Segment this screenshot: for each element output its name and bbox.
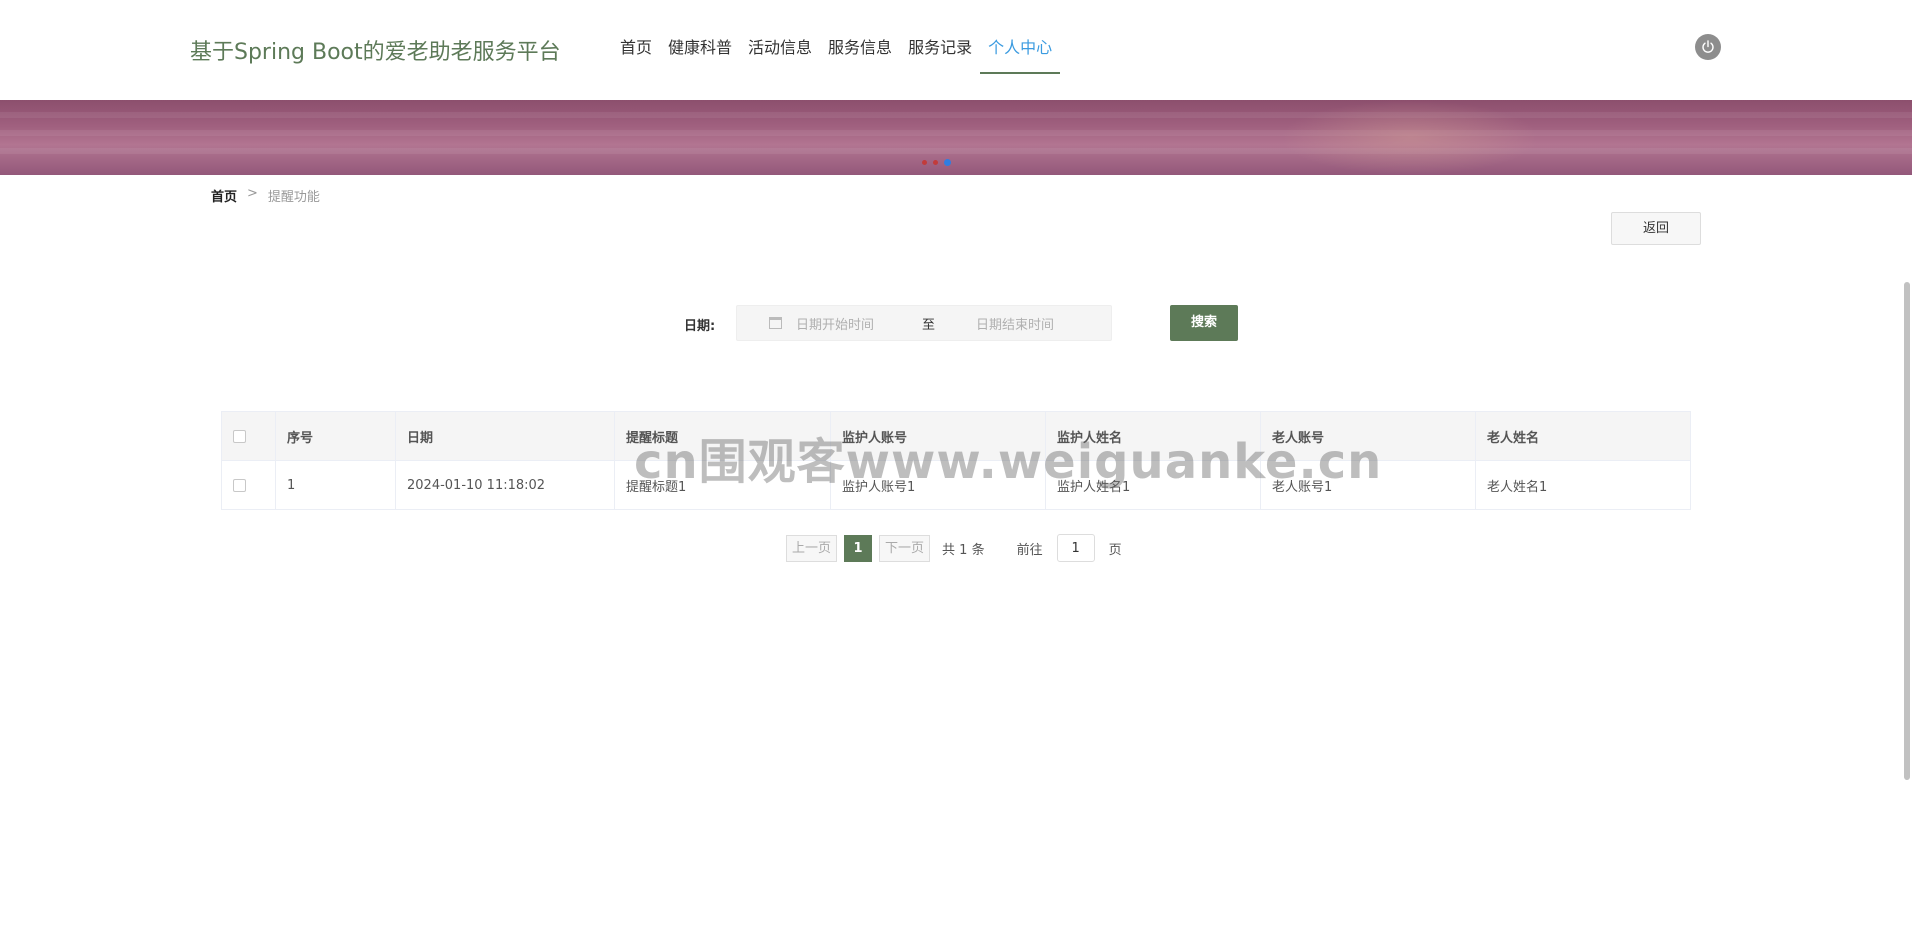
breadcrumb: 首页 > 提醒功能 <box>211 186 320 205</box>
nav-item-services[interactable]: 服务信息 <box>820 0 900 100</box>
nav-item-home[interactable]: 首页 <box>612 0 660 100</box>
site-title: 基于Spring Boot的爱老助老服务平台 <box>190 40 561 65</box>
table-cell: 老人账号1 <box>1260 460 1476 510</box>
column-header: 监护人账号 <box>830 411 1046 461</box>
table-cell: 监护人账号1 <box>830 460 1046 510</box>
pagination: 上一页 1 下一页 共 1 条 前往 页 <box>786 534 1122 562</box>
banner-carousel <box>0 100 1912 175</box>
header: 基于Spring Boot的爱老助老服务平台 首页 健康科普 活动信息 服务信息… <box>0 0 1912 100</box>
column-header: 老人姓名 <box>1475 411 1691 461</box>
date-label: 日期: <box>684 319 716 334</box>
date-range-picker[interactable]: 日期开始时间 至 日期结束时间 <box>736 305 1112 341</box>
table-row[interactable]: 1 2024-01-10 11:18:02 提醒标题1 监护人账号1 监护人姓名… <box>221 460 1691 510</box>
nav-item-records[interactable]: 服务记录 <box>900 0 980 100</box>
next-page-button[interactable]: 下一页 <box>879 534 931 562</box>
page-number-current[interactable]: 1 <box>844 534 873 562</box>
column-header: 监护人姓名 <box>1045 411 1261 461</box>
back-button[interactable]: 返回 <box>1611 212 1701 245</box>
date-range-separator: 至 <box>922 317 936 333</box>
nav-item-activities[interactable]: 活动信息 <box>740 0 820 100</box>
power-icon <box>1702 40 1714 53</box>
nav-item-health[interactable]: 健康科普 <box>660 0 740 100</box>
table-header-row: 序号 日期 提醒标题 监护人账号 监护人姓名 老人账号 老人姓名 <box>221 411 1691 461</box>
breadcrumb-home[interactable]: 首页 <box>211 186 237 205</box>
table-cell: 提醒标题1 <box>614 460 831 510</box>
row-checkbox[interactable] <box>233 478 246 492</box>
carousel-dot[interactable] <box>933 160 938 165</box>
nav-item-profile[interactable]: 个人中心 <box>980 0 1061 100</box>
search-button[interactable]: 搜索 <box>1170 305 1238 341</box>
calendar-icon <box>769 317 782 329</box>
page: 基于Spring Boot的爱老助老服务平台 首页 健康科普 活动信息 服务信息… <box>0 0 1912 932</box>
main-nav: 首页 健康科普 活动信息 服务信息 服务记录 个人中心 <box>612 0 1061 100</box>
reminder-table: 序号 日期 提醒标题 监护人账号 监护人姓名 老人账号 老人姓名 1 2024-… <box>221 411 1691 510</box>
select-all-checkbox[interactable] <box>233 429 246 443</box>
goto-page-input[interactable] <box>1056 534 1095 562</box>
column-header: 序号 <box>275 411 396 461</box>
prev-page-button[interactable]: 上一页 <box>786 534 838 562</box>
breadcrumb-current: 提醒功能 <box>267 190 320 205</box>
table-cell: 监护人姓名1 <box>1045 460 1261 510</box>
breadcrumb-separator: > <box>247 186 258 201</box>
date-start-input[interactable]: 日期开始时间 <box>796 314 922 333</box>
column-header: 提醒标题 <box>614 411 831 461</box>
page-suffix: 页 <box>1108 542 1122 558</box>
date-end-input[interactable]: 日期结束时间 <box>976 314 1054 333</box>
table-cell: 老人姓名1 <box>1475 460 1691 510</box>
table-cell: 1 <box>275 460 396 510</box>
row-select-cell <box>221 460 276 510</box>
logout-button[interactable] <box>1695 34 1721 60</box>
carousel-dot[interactable] <box>922 160 927 165</box>
table-cell: 2024-01-10 11:18:02 <box>395 460 615 510</box>
column-header: 老人账号 <box>1260 411 1476 461</box>
carousel-indicators <box>922 159 951 166</box>
select-all-cell <box>221 411 276 461</box>
carousel-dot-active[interactable] <box>944 159 951 166</box>
total-count: 共 1 条 <box>942 542 985 558</box>
goto-label: 前往 <box>1016 542 1043 558</box>
vertical-scrollbar[interactable] <box>1904 282 1910 780</box>
column-header: 日期 <box>395 411 615 461</box>
